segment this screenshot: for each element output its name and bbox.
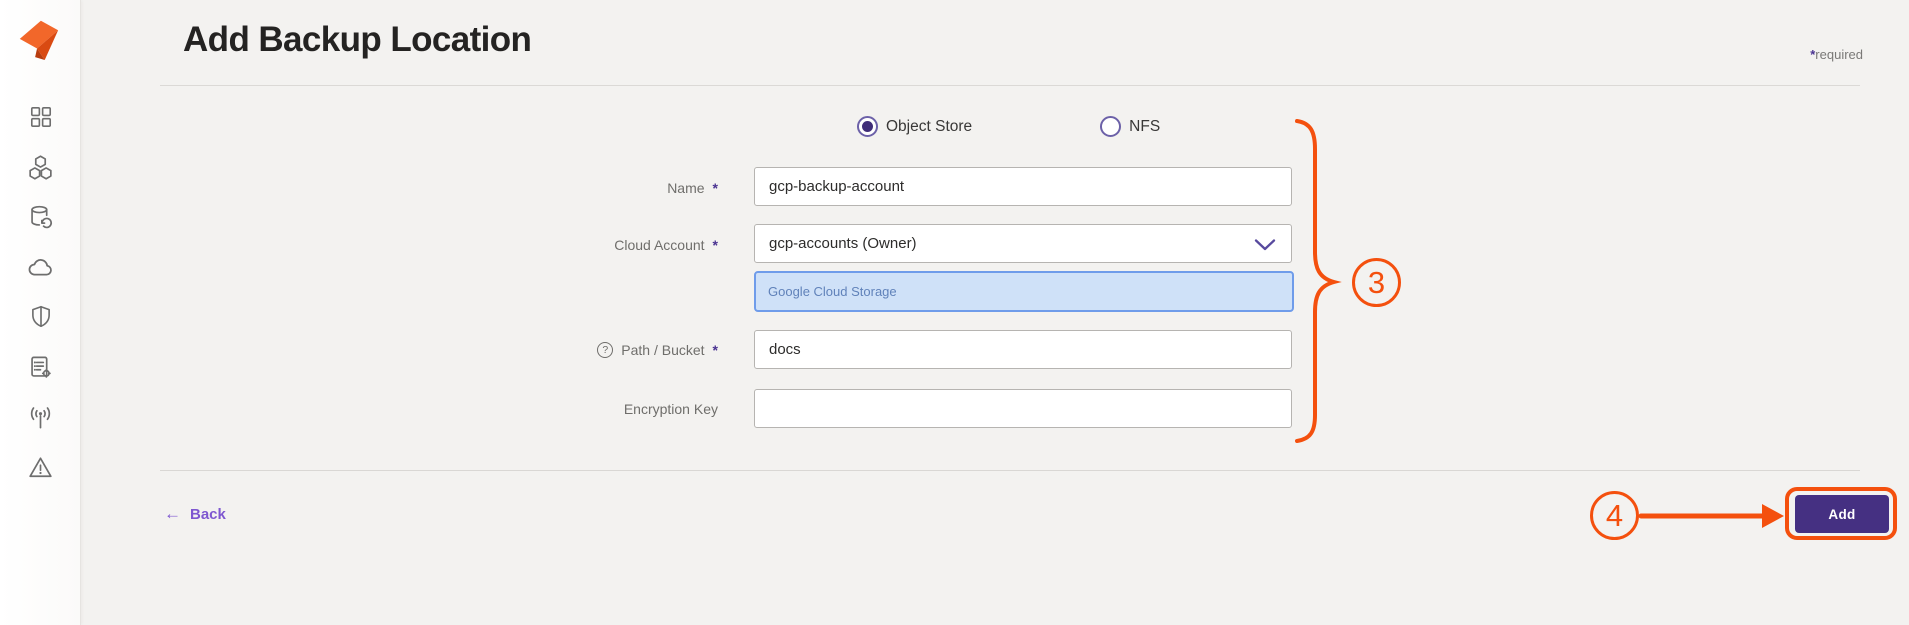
encryption-key-label: Encryption Key [400,401,718,417]
radio-nfs-label: NFS [1129,118,1160,136]
path-bucket-label: ? Path / Bucket * [400,342,718,358]
clusters-cubes-icon [27,154,54,186]
app-logo [15,11,61,68]
warning-triangle-icon [27,454,54,486]
cloud-account-select[interactable]: gcp-accounts (Owner) [754,224,1292,263]
sidebar-item-cloud-providers[interactable] [27,256,54,283]
sidebar-nav [0,106,81,483]
name-label: Name* [400,180,718,196]
annotation-step-4: 4 [1590,491,1639,540]
name-input[interactable] [754,167,1292,206]
required-text: required [1815,47,1863,62]
sidebar-item-security[interactable] [27,306,54,333]
cloud-account-required-asterisk: * [713,237,718,253]
path-bucket-input[interactable] [754,330,1292,369]
sidebar-item-backups[interactable] [27,206,54,233]
radio-nfs[interactable]: NFS [1100,116,1160,137]
database-restore-icon [27,204,54,236]
footer-divider [160,470,1860,471]
dropdown-option-label: Google Cloud Storage [768,284,897,299]
broadcast-antenna-icon [27,404,54,436]
sidebar-item-policies[interactable] [27,356,54,383]
annotation-step-3: 3 [1352,258,1401,307]
radio-selected-icon [857,116,878,137]
cloud-account-label: Cloud Account* [400,237,718,253]
policies-clipboard-gear-icon [27,354,54,386]
header-divider [160,85,1860,86]
sidebar-item-dashboard[interactable] [27,106,54,133]
cloud-account-value: gcp-accounts (Owner) [769,235,917,252]
location-type-radio-group: Object Store NFS [857,116,1160,137]
page-title: Add Backup Location [183,20,531,60]
back-label: Back [190,506,226,523]
help-icon[interactable]: ? [597,342,613,358]
add-button[interactable]: Add [1795,495,1889,533]
radio-unselected-icon [1100,116,1121,137]
path-bucket-required-asterisk: * [713,342,718,358]
name-required-asterisk: * [713,180,718,196]
back-link[interactable]: ← Back [164,504,226,524]
sidebar [0,0,81,625]
sidebar-item-clusters[interactable] [27,156,54,183]
radio-object-store-label: Object Store [886,118,972,136]
annotation-brace-and-arrow [0,0,1909,625]
required-note: *required [1810,47,1863,62]
chevron-down-icon [1253,238,1277,256]
back-arrow-icon: ← [164,504,181,524]
shield-icon [28,304,54,335]
encryption-key-input[interactable] [754,389,1292,428]
dropdown-option-google-cloud-storage[interactable]: Google Cloud Storage [754,271,1294,312]
sidebar-item-alerts[interactable] [27,456,54,483]
sidebar-item-monitoring[interactable] [27,406,54,433]
radio-object-store[interactable]: Object Store [857,116,972,137]
dashboard-grid-icon [28,104,54,135]
cloud-icon [27,253,55,286]
